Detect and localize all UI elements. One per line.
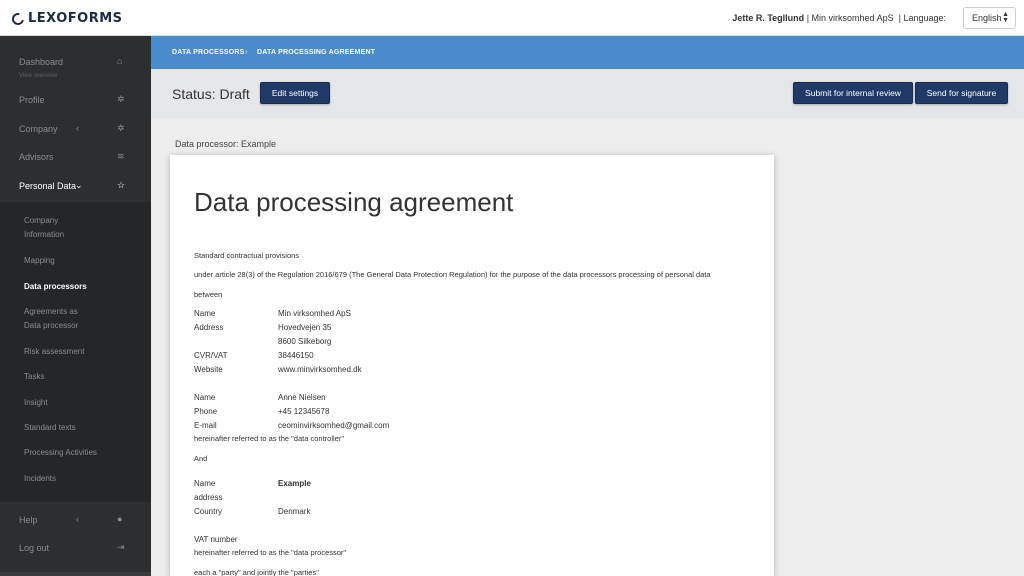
processor-country-key: Country xyxy=(194,507,223,516)
sidebar-item-label: Profile xyxy=(19,95,45,105)
chevron-down-icon: ⌄ xyxy=(75,180,83,190)
sidebar-item-company[interactable]: Company ‹ ✲ xyxy=(0,120,151,140)
sidebar-item-label: Dashboard xyxy=(19,57,64,67)
chevron-left-icon: ‹ xyxy=(76,123,79,133)
sidebar-item-log-out[interactable]: Log out ⇥ xyxy=(0,539,151,559)
document-title: Data processing agreement xyxy=(194,187,514,217)
logo-text: LEXOFORMS xyxy=(28,11,123,26)
user-name[interactable]: Jette R. Tegllund xyxy=(732,13,804,23)
contact-email-key: E-mail xyxy=(194,421,217,430)
data-processor-label: Data processor: Example xyxy=(175,139,277,149)
graduation-cap-icon: ≋ xyxy=(117,151,125,161)
controller-website-value: www.minvirksomhed.dk xyxy=(278,365,362,374)
sidebar-item-label: Advisors xyxy=(19,152,54,162)
controller-name-value: Min virksomhed ApS xyxy=(278,309,351,318)
help-icon: ● xyxy=(117,514,123,524)
controller-referred-line: hereinafter referred to as the "data con… xyxy=(194,434,344,443)
sidebar-item-dashboard[interactable]: Dashboard ⌂ xyxy=(0,53,151,73)
sidebar-item-label: Company xyxy=(19,124,58,134)
contact-phone-key: Phone xyxy=(194,407,218,416)
breadcrumb: DATA PROCESSORS › DATA PROCESSING AGREEM… xyxy=(151,36,1024,69)
sidebar-item-label: Help xyxy=(19,515,38,525)
sidebar-footer-bar xyxy=(0,572,151,576)
company-name[interactable]: Min virksomhed ApS xyxy=(812,13,894,23)
controller-cvr-value: 38446150 xyxy=(278,351,314,360)
submenu-item-mapping[interactable]: Mapping xyxy=(24,254,55,268)
controller-website-key: Website xyxy=(194,365,223,374)
submenu-item-tasks[interactable]: Tasks xyxy=(24,370,44,384)
sidebar-item-help[interactable]: Help ‹ ● xyxy=(0,511,151,531)
submenu-item-risk-assessment[interactable]: Risk assessment xyxy=(24,345,84,359)
sidebar-item-label: Personal Data xyxy=(19,181,77,191)
processor-name-value: Example xyxy=(278,479,311,488)
submenu-item-company-information[interactable]: Company Information xyxy=(24,214,64,242)
breadcrumb-data-processors[interactable]: DATA PROCESSORS xyxy=(172,49,245,56)
home-icon: ⌂ xyxy=(117,56,123,66)
select-arrows-icon: ▲ ▼ xyxy=(1002,11,1009,24)
parties-line: each a "party" and jointly the "parties" xyxy=(194,568,319,576)
document-between: between xyxy=(194,290,223,299)
logout-icon: ⇥ xyxy=(117,542,125,552)
document-intro-line: under article 28(3) of the Regulation 20… xyxy=(194,270,711,279)
chevron-left-icon: ‹ xyxy=(76,514,79,524)
contact-phone-value: +45 12345678 xyxy=(278,407,330,416)
user-separator: | xyxy=(806,13,810,23)
submenu-item-agreements-as-data-processor[interactable]: Agreements as Data processor xyxy=(24,305,78,333)
sidebar-item-advisors[interactable]: Advisors ≋ xyxy=(0,148,151,168)
contact-email-value: ceominvirksomhed@gmail.com xyxy=(278,421,390,430)
controller-address-line2: 8600 Silkeborg xyxy=(278,337,332,346)
submenu-item-insight[interactable]: Insight xyxy=(24,396,48,410)
main-content: Data processor: Example Data processing … xyxy=(151,118,1024,576)
processor-vat-key: VAT number xyxy=(194,535,238,544)
submit-for-internal-review-button[interactable]: Submit for internal review xyxy=(793,82,913,104)
controller-name-key: Name xyxy=(194,309,216,318)
contact-name-key: Name xyxy=(194,393,216,402)
submenu-item-data-processors[interactable]: Data processors xyxy=(24,280,87,294)
star-icon: ☆ xyxy=(117,180,126,190)
sidebar-item-label: Log out xyxy=(19,543,50,553)
sidebar-item-personal-data[interactable]: Personal Data ⌄ ☆ xyxy=(0,177,151,197)
processor-address-key: address xyxy=(194,493,223,502)
controller-address-line1: Hovedvejen 35 xyxy=(278,323,332,332)
gear-icon: ✲ xyxy=(117,123,125,133)
language-label: | Language: xyxy=(898,13,946,23)
submenu-item-standard-texts[interactable]: Standard texts xyxy=(24,421,76,435)
logo-icon xyxy=(9,10,27,27)
breadcrumb-separator-icon: › xyxy=(245,47,248,56)
document-and: And xyxy=(194,454,208,463)
submenu-item-incidents[interactable]: Incidents xyxy=(24,472,56,486)
processor-referred-line: hereinafter referred to as the "data pro… xyxy=(194,548,347,557)
controller-address-key: Address xyxy=(194,323,224,332)
processor-country-value: Denmark xyxy=(278,507,311,516)
status-bar: Status: Draft Edit settings Submit for i… xyxy=(151,69,1024,118)
submenu-item-processing-activities[interactable]: Processing Activities xyxy=(24,446,97,460)
sidebar-note: View overview xyxy=(19,73,58,79)
top-bar: LEXOFORMS Jette R. Tegllund | Min virkso… xyxy=(0,0,1024,36)
gear-icon: ✲ xyxy=(117,94,125,104)
sidebar-item-profile[interactable]: Profile ✲ xyxy=(0,91,151,111)
document-intro-line: Standard contractual provisions xyxy=(194,251,300,260)
personal-data-submenu: Company Information Mapping Data process… xyxy=(0,202,151,502)
user-info: Jette R. Tegllund | Min virksomhed ApS |… xyxy=(732,13,946,23)
processor-name-key: Name xyxy=(194,479,216,488)
send-for-signature-button[interactable]: Send for signature xyxy=(915,82,1008,104)
contact-name-value: Anne Nielsen xyxy=(278,393,326,402)
page-title: Status: Draft xyxy=(172,86,250,102)
breadcrumb-data-processing-agreement: DATA PROCESSING AGREEMENT xyxy=(257,49,376,56)
controller-cvr-key: CVR/VAT xyxy=(194,351,228,360)
language-select[interactable]: English ▲ ▼ xyxy=(963,7,1016,29)
sidebar: Dashboard ⌂ View overview Profile ✲ Comp… xyxy=(0,36,151,576)
language-value: English xyxy=(972,13,1002,23)
lexoforms-logo[interactable]: LEXOFORMS xyxy=(9,10,123,27)
edit-settings-button[interactable]: Edit settings xyxy=(260,82,330,104)
document-page: Data processing agreement Standard contr… xyxy=(170,155,774,576)
